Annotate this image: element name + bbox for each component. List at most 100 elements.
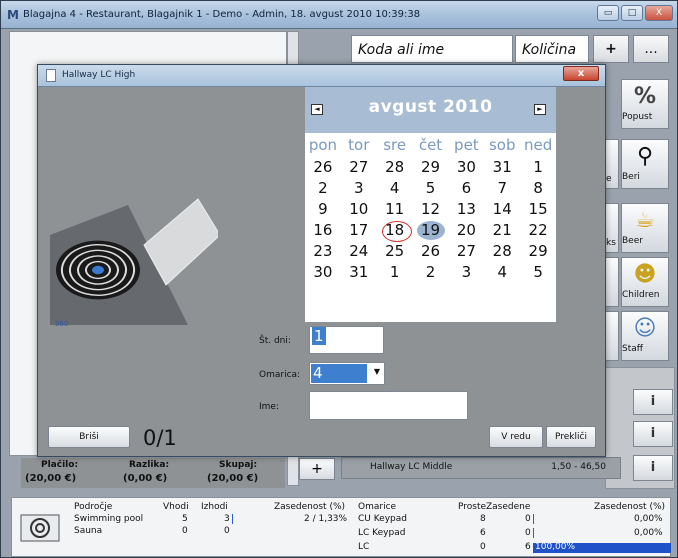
weekday-label: sob	[488, 136, 516, 154]
locker-row-free: 8	[480, 514, 486, 524]
calendar-day-number: 9	[318, 200, 328, 218]
staff-tile[interactable]: ☺ Staff	[621, 311, 669, 361]
calendar-day[interactable]: 21	[484, 220, 520, 241]
calendar-day[interactable]: 23	[305, 241, 341, 262]
locker-select[interactable]: 4 ▼	[309, 362, 385, 385]
more-button[interactable]: ...	[633, 35, 669, 63]
order-row[interactable]: Hallway LC Middle 1,50 - 46,50	[341, 457, 621, 479]
calendar-day[interactable]: 8	[520, 178, 556, 199]
ok-button[interactable]: V redu	[489, 426, 543, 448]
calendar-day[interactable]: 14	[484, 199, 520, 220]
paid-value: (20,00 €)	[25, 473, 77, 484]
calendar-day[interactable]: 1	[520, 157, 556, 178]
calendar-day[interactable]: 24	[341, 241, 377, 262]
calendar-day[interactable]: 1	[377, 262, 413, 283]
calendar-day[interactable]: 28	[377, 157, 413, 178]
calendar-day-number: 30	[313, 263, 333, 281]
calendar-day[interactable]: 31	[341, 262, 377, 283]
order-add-button[interactable]: +	[299, 458, 335, 480]
calendar-day[interactable]: 2	[413, 262, 449, 283]
locker-row-occ: 0,00%	[634, 528, 663, 538]
children-tile[interactable]: ☻ Children	[621, 257, 669, 307]
calendar-day[interactable]: 7	[484, 178, 520, 199]
calendar-day[interactable]: 26	[413, 241, 449, 262]
cancel-button[interactable]: Prekliči	[546, 426, 596, 448]
calendar-day-number: 15	[528, 200, 548, 218]
calendar-day[interactable]: 3	[341, 178, 377, 199]
calendar-day[interactable]: 27	[448, 241, 484, 262]
hidden-tile-b[interactable]	[605, 311, 619, 361]
calendar-day[interactable]: 28	[484, 241, 520, 262]
window-controls: ▭ □ X	[597, 5, 673, 21]
calendar-day[interactable]: 18	[377, 220, 413, 242]
calendar-day[interactable]: 4	[484, 262, 520, 283]
lockers-header-name: Omarice	[358, 502, 397, 512]
calendar-day[interactable]: 6	[448, 178, 484, 199]
calendar-week-row: 30 31 1 2 3 4 5	[305, 262, 556, 283]
calendar-day-number: 6	[461, 179, 472, 197]
calendar-week-row: 9 10 11 12 13 14 15	[305, 199, 556, 220]
calendar-day[interactable]: 31	[484, 157, 520, 178]
locker-occ-bar	[533, 528, 534, 538]
staff-icon: ☺	[633, 316, 657, 341]
close-button[interactable]: X	[645, 5, 673, 21]
children-icon: ☻	[633, 262, 657, 287]
calendar-day-number: 1	[533, 158, 543, 176]
calendar-day[interactable]: 2	[305, 178, 341, 199]
calendar-day[interactable]: 22	[520, 220, 556, 241]
locker-dialog: Hallway LC High x 360 ◄ avgust 2010 ► po…	[37, 64, 606, 457]
name-input[interactable]	[309, 391, 468, 420]
area-row-out: 0	[224, 526, 230, 536]
calendar-day[interactable]: 17	[341, 220, 377, 241]
info-button-3[interactable]: i	[633, 455, 673, 481]
calendar-day[interactable]: 4	[377, 178, 413, 199]
calendar-day[interactable]: 13	[448, 199, 484, 220]
calendar-day[interactable]: 29	[413, 157, 449, 178]
weekday-label: ned	[523, 136, 553, 154]
calendar-day[interactable]: 26	[305, 157, 341, 178]
areas-header-in: Vhodi	[163, 502, 189, 512]
days-value: 1	[312, 327, 326, 345]
calendar-day[interactable]: 20	[448, 220, 484, 241]
locker-row-occ: 100,00%	[535, 542, 576, 552]
calendar-day[interactable]: 5	[413, 178, 449, 199]
calendar-day[interactable]: 9	[305, 199, 341, 220]
search-input[interactable]: Koda ali ime	[351, 35, 513, 63]
weekday-label: čet	[418, 136, 443, 154]
calendar-day[interactable]: 25	[377, 241, 413, 262]
quantity-input[interactable]: Količina	[515, 35, 589, 63]
info-button-1[interactable]: i	[633, 389, 673, 415]
calendar-day[interactable]: 30	[448, 157, 484, 178]
info-button-2[interactable]: i	[633, 421, 673, 447]
calendar-day[interactable]: 12	[413, 199, 449, 220]
discount-tile[interactable]: % Popust	[621, 79, 669, 129]
beer-tile[interactable]: ☕ Beer	[621, 203, 669, 253]
calendar-day-number: 29	[420, 158, 441, 176]
areas-header-out: Izhodi	[201, 502, 228, 512]
minimize-button[interactable]: ▭	[597, 5, 619, 21]
calendar-day[interactable]: 15	[520, 199, 556, 220]
weekday-label: pon	[308, 136, 338, 154]
calendar-day[interactable]: 27	[341, 157, 377, 178]
days-input[interactable]: 1	[309, 326, 384, 354]
read-tile[interactable]: ⚲ Beri	[621, 139, 669, 189]
hidden-tile-a[interactable]	[605, 257, 619, 307]
hidden-tile-ks[interactable]: ks	[605, 203, 619, 253]
calendar-day-number: 28	[385, 158, 405, 176]
calendar-day-number: 3	[354, 179, 364, 197]
calendar-day[interactable]: 16	[305, 220, 341, 241]
delete-button[interactable]: Briši	[48, 426, 130, 448]
next-month-button[interactable]: ►	[534, 104, 546, 115]
calendar-day[interactable]: 30	[305, 262, 341, 283]
calendar-day[interactable]: 19	[413, 220, 449, 241]
calendar-day[interactable]: 11	[377, 199, 413, 220]
dialog-close-button[interactable]: x	[563, 66, 599, 81]
add-button[interactable]: +	[593, 35, 629, 63]
calendar-day[interactable]: 3	[448, 262, 484, 283]
calendar-day[interactable]: 5	[520, 262, 556, 283]
calendar-day-number: 26	[420, 242, 441, 260]
maximize-button[interactable]: □	[621, 5, 643, 21]
calendar-day[interactable]: 10	[341, 199, 377, 220]
hidden-tile-e[interactable]: e	[605, 139, 619, 189]
calendar-day[interactable]: 29	[520, 241, 556, 262]
